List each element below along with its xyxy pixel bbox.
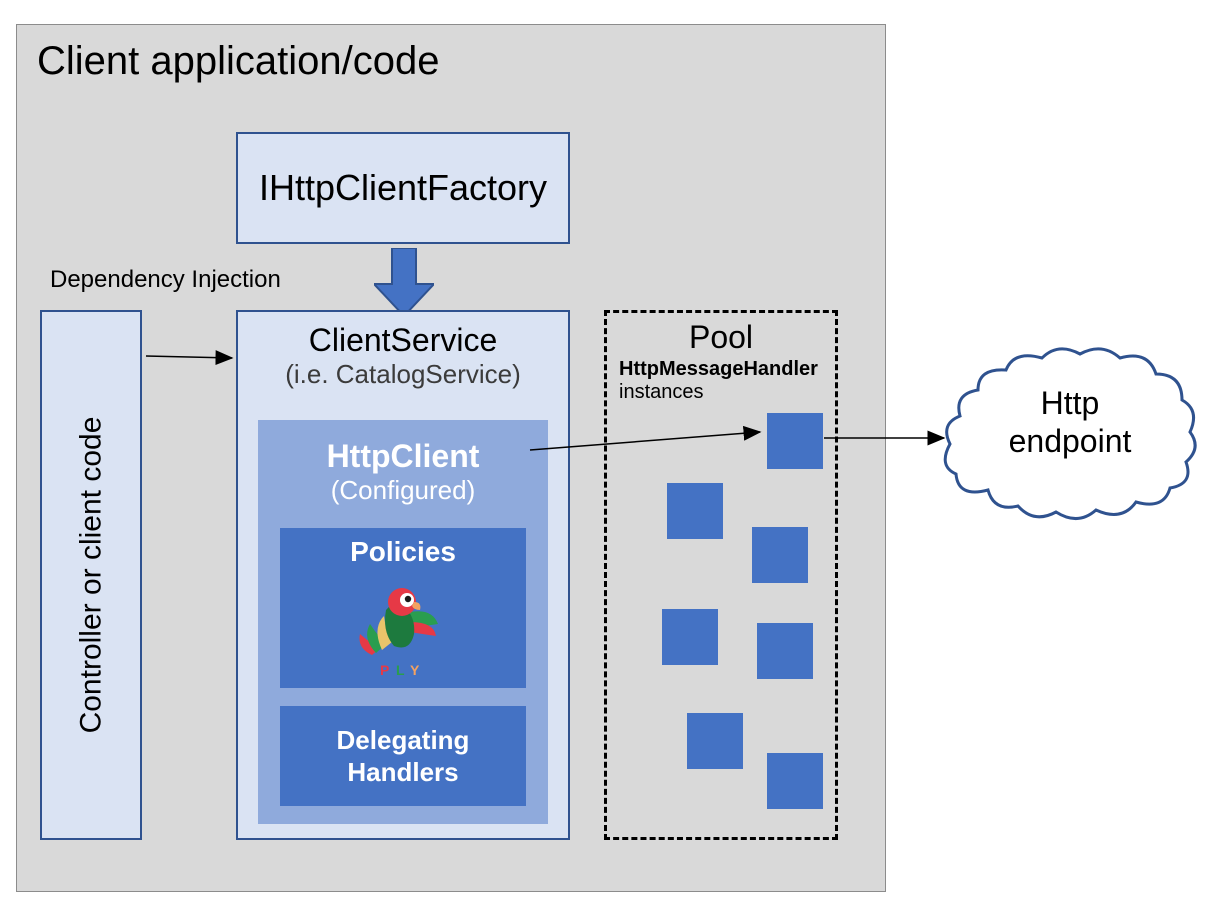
pool-handler-instance — [752, 527, 808, 583]
down-arrow-icon — [374, 248, 434, 316]
ihttpclientfactory-box: IHttpClientFactory — [236, 132, 570, 244]
delegating-handlers-label: Delegating Handlers — [337, 724, 470, 789]
httpclient-subtitle: (Configured) — [258, 475, 548, 506]
policies-title: Policies — [280, 536, 526, 568]
httpclient-title: HttpClient — [258, 438, 548, 475]
diagram-canvas: Client application/code IHttpClientFacto… — [0, 0, 1206, 906]
pool-title: Pool — [607, 319, 835, 356]
http-endpoint-label: Http endpoint — [980, 384, 1160, 461]
pool-subtitle-1: HttpMessageHandler — [619, 358, 835, 381]
polly-letter-y: Y — [410, 662, 420, 678]
pool-handler-instance — [667, 483, 723, 539]
dependency-injection-label: Dependency Injection — [50, 266, 281, 294]
controller-label: Controller or client code — [74, 417, 108, 734]
pool-handler-instance — [687, 713, 743, 769]
polly-parrot-icon: P L Y — [352, 580, 452, 680]
pool-handler-instance — [767, 753, 823, 809]
pool-subtitle-2: instances — [619, 381, 835, 404]
controller-box: Controller or client code — [40, 310, 142, 840]
polly-letter-l: L — [396, 662, 405, 678]
pool-handler-instance — [757, 623, 813, 679]
ihttpclientfactory-label: IHttpClientFactory — [259, 167, 547, 209]
pool-box: Pool HttpMessageHandler instances — [604, 310, 838, 840]
client-service-subtitle: (i.e. CatalogService) — [238, 359, 568, 390]
delegating-handlers-box: Delegating Handlers — [280, 706, 526, 806]
polly-letter-p: P — [380, 662, 389, 678]
client-service-title: ClientService — [238, 322, 568, 359]
client-application-title: Client application/code — [37, 39, 439, 84]
pool-handler-instance — [662, 609, 718, 665]
pool-handler-instance — [767, 413, 823, 469]
